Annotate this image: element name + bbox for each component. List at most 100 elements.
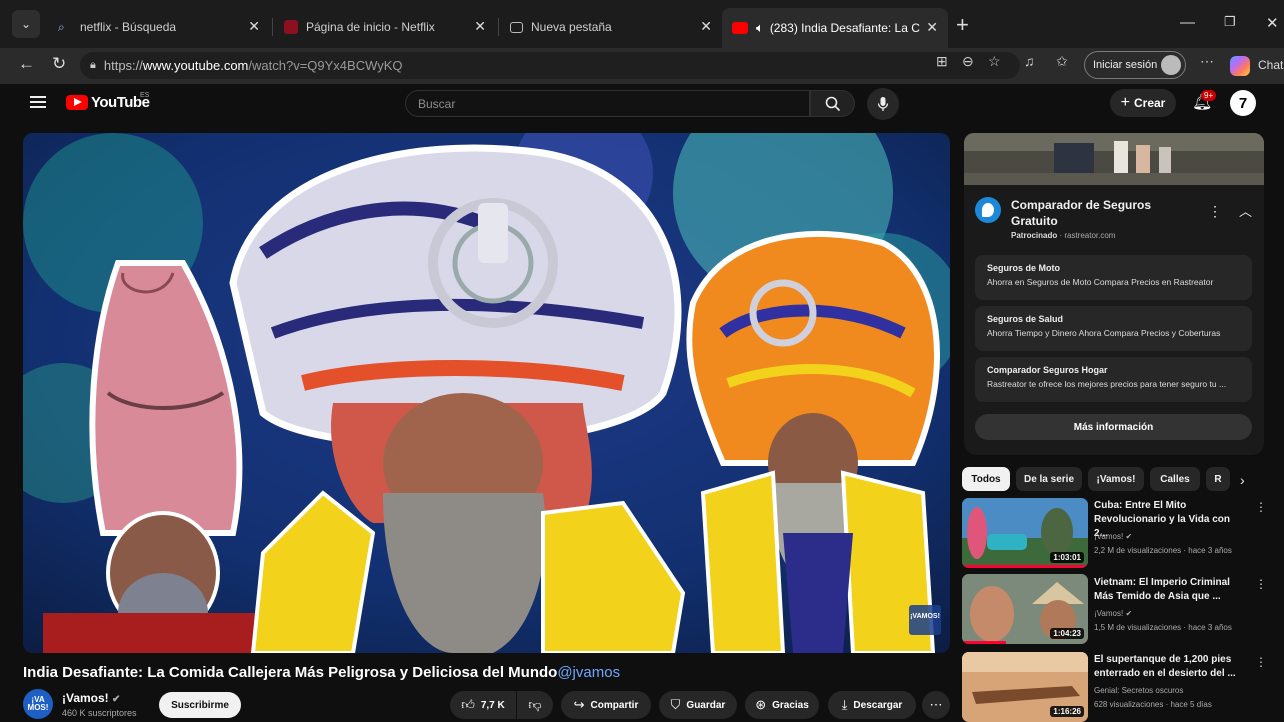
- thanks-button[interactable]: ⊛ Gracias: [745, 691, 819, 719]
- ad-sitelink-card[interactable]: Seguros de Salud Ahorra Tiempo y Dinero …: [975, 306, 1252, 351]
- related-channel[interactable]: Genial: Secretos oscuros: [1094, 686, 1183, 695]
- related-more-icon[interactable]: ⋮: [1255, 500, 1267, 514]
- related-title[interactable]: El supertanque de 1,200 pies enterrado e…: [1094, 653, 1246, 681]
- minimize-icon[interactable]: —: [1180, 14, 1195, 31]
- copilot-icon[interactable]: [1230, 56, 1250, 76]
- menu-icon[interactable]: [30, 96, 46, 108]
- sitelink-description: Ahorra en Seguros de Moto Compara Precio…: [987, 277, 1214, 287]
- subscribe-button[interactable]: Suscribirme: [159, 692, 241, 718]
- search-input[interactable]: Buscar: [405, 90, 810, 117]
- youtube-icon: [732, 22, 748, 34]
- share-label: Compartir: [590, 699, 639, 711]
- restore-icon[interactable]: ❐: [1224, 14, 1236, 30]
- speaker-icon[interactable]: 🔈︎: [756, 20, 764, 36]
- related-more-icon[interactable]: ⋮: [1255, 577, 1267, 591]
- close-tab-icon[interactable]: ✕: [474, 18, 486, 35]
- save-button[interactable]: ⛉ Guardar: [659, 691, 737, 719]
- signin-label: Iniciar sesión: [1093, 59, 1158, 71]
- signin-button[interactable]: Iniciar sesión: [1084, 51, 1186, 79]
- chat-label[interactable]: Chat: [1258, 58, 1283, 72]
- ad-title[interactable]: Comparador de Seguros Gratuito: [1011, 197, 1191, 229]
- sitelink-heading: Comparador Seguros Hogar: [987, 365, 1108, 375]
- youtube-logo-icon[interactable]: [66, 95, 88, 110]
- new-tab-button[interactable]: +: [956, 12, 969, 38]
- ad-sitelink-card[interactable]: Comparador Seguros Hogar Rastreator te o…: [975, 357, 1252, 402]
- share-icon: ↪: [573, 697, 585, 712]
- chip-from-series[interactable]: De la serie: [1016, 467, 1082, 491]
- browser-tab-bar: ⌄ ⌕ netflix - Búsqueda ✕ Página de inici…: [0, 0, 1284, 48]
- close-tab-icon[interactable]: ✕: [926, 19, 938, 36]
- watch-progress-bar: [962, 565, 1088, 568]
- url-field[interactable]: 🔒︎ https://www.youtube.com/watch?v=Q9Yx4…: [80, 52, 1020, 79]
- related-thumbnail[interactable]: 1:03:01: [962, 498, 1088, 568]
- country-code: ES: [140, 92, 150, 99]
- tab-netflix-search[interactable]: ⌕ netflix - Búsqueda ✕: [48, 10, 270, 44]
- voice-search-button[interactable]: [867, 88, 899, 120]
- tab-netflix-home[interactable]: Página de inicio - Netflix ✕: [274, 10, 496, 44]
- tab-youtube-active[interactable]: 🔈︎ (283) India Desafiante: La Con ✕: [722, 8, 948, 48]
- account-avatar[interactable]: 7: [1230, 90, 1256, 116]
- video-duration: 1:04:23: [1050, 628, 1084, 639]
- favorite-star-icon[interactable]: ☆: [988, 53, 1001, 70]
- plus-icon: +: [1120, 94, 1130, 111]
- chip-calles[interactable]: Calles: [1150, 467, 1200, 491]
- immersive-reader-icon[interactable]: ⊞: [936, 53, 948, 70]
- video-player[interactable]: ¡VAMOS!: [23, 133, 950, 653]
- chip-all[interactable]: Todos: [962, 467, 1010, 491]
- chip-partial[interactable]: R: [1206, 467, 1230, 491]
- dislike-button[interactable]: 👎︎: [517, 691, 553, 719]
- video-watermark: ¡VAMOS!: [910, 613, 940, 620]
- zoom-icon[interactable]: ⊖: [962, 53, 974, 70]
- advertiser-logo-icon[interactable]: [975, 197, 1001, 223]
- thumbs-up-icon: 👍︎: [461, 697, 475, 712]
- tab-title: netflix - Búsqueda: [80, 20, 177, 34]
- more-info-button[interactable]: Más información: [975, 414, 1252, 440]
- more-actions-button[interactable]: ⋯: [922, 691, 950, 719]
- ad-panel: Comparador de Seguros Gratuito Patrocina…: [964, 185, 1264, 455]
- like-button[interactable]: 👍︎ 7,7 K: [450, 691, 516, 719]
- url-host: www.youtube.com: [142, 58, 249, 73]
- channel-handle-link[interactable]: @jvamos: [557, 664, 620, 681]
- window-close-icon[interactable]: ✕: [1266, 14, 1279, 32]
- verified-icon: ✔: [112, 694, 121, 705]
- search-button[interactable]: [810, 90, 855, 117]
- channel-name[interactable]: ¡Vamos! ✔: [62, 691, 120, 705]
- related-thumbnail[interactable]: 1:04:23: [962, 574, 1088, 644]
- more-options-icon[interactable]: ⋯: [1200, 53, 1214, 70]
- ad-more-vertical-icon[interactable]: ⋮: [1208, 203, 1222, 220]
- related-channel[interactable]: ¡Vamos! ✔: [1094, 532, 1132, 541]
- ad-banner-image[interactable]: [964, 133, 1264, 185]
- related-title[interactable]: Vietnam: El Imperio Criminal Más Temido …: [1094, 576, 1246, 604]
- related-channel[interactable]: ¡Vamos! ✔: [1094, 609, 1132, 618]
- ad-sitelink-card[interactable]: Seguros de Moto Ahorra en Seguros de Mot…: [975, 255, 1252, 300]
- video-duration: 1:16:26: [1050, 706, 1084, 717]
- sitelink-heading: Seguros de Salud: [987, 314, 1064, 324]
- download-icon: ⤓: [841, 697, 848, 712]
- channel-avatar[interactable]: ¡VA MOS!: [23, 689, 53, 719]
- tab-actions-menu[interactable]: ⌄: [12, 10, 40, 38]
- search-placeholder: Buscar: [418, 96, 456, 111]
- download-button[interactable]: ⤓ Descargar: [828, 691, 916, 719]
- close-tab-icon[interactable]: ✕: [248, 18, 260, 35]
- close-tab-icon[interactable]: ✕: [700, 18, 712, 35]
- tab-new-tab[interactable]: Nueva pestaña ✕: [500, 10, 722, 44]
- favorites-icon[interactable]: ✩: [1056, 53, 1068, 70]
- create-label: Crear: [1133, 96, 1166, 110]
- ad-street-image: [964, 133, 1264, 185]
- chip-vamos[interactable]: ¡Vamos!: [1088, 467, 1144, 491]
- media-icon[interactable]: ♫: [1024, 53, 1035, 69]
- reload-icon[interactable]: ↻: [52, 54, 66, 74]
- video-frame-image: ¡VAMOS!: [23, 133, 950, 653]
- back-arrow-icon[interactable]: ←: [18, 54, 35, 74]
- ad-sponsored-line: Patrocinado · rastreator.com: [1011, 231, 1116, 240]
- related-thumbnail[interactable]: 1:16:26: [962, 652, 1088, 722]
- microphone-icon: [877, 97, 889, 111]
- create-button[interactable]: + Crear: [1110, 89, 1176, 117]
- verified-icon: ✔: [1125, 532, 1133, 541]
- related-more-icon[interactable]: ⋮: [1255, 655, 1267, 669]
- chevron-right-icon[interactable]: ›: [1240, 472, 1245, 488]
- netflix-icon: [284, 20, 298, 34]
- share-button[interactable]: ↪ Compartir: [561, 691, 651, 719]
- ad-collapse-chevron-icon[interactable]: ︿: [1239, 201, 1252, 220]
- channel-name-text: ¡Vamos!: [62, 691, 109, 705]
